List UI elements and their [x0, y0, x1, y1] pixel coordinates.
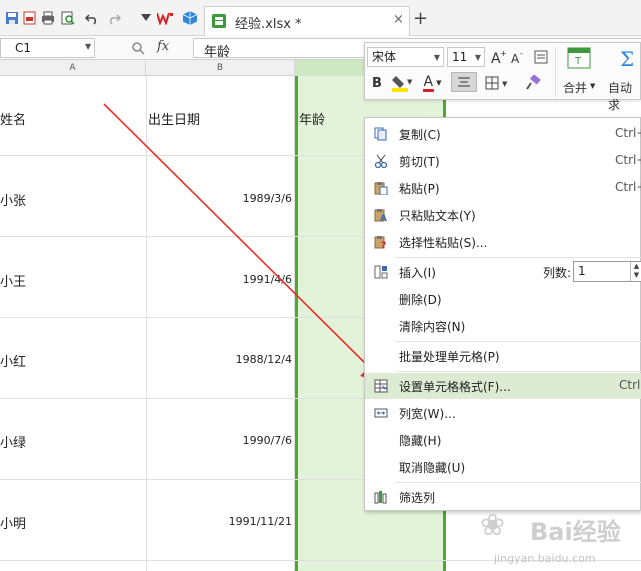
chevron-up-icon[interactable]: ▲ [631, 262, 641, 271]
menu-item-label: 设置单元格格式(F)... [399, 380, 511, 394]
font-size-value: 11 [452, 50, 468, 64]
chevron-down-icon[interactable]: ▼ [590, 82, 595, 90]
insert-count-label: 列数: [543, 266, 572, 280]
toolbar-separator [555, 47, 556, 97]
svg-text:?: ? [381, 241, 386, 249]
menu-item-label: 取消隐藏(U) [399, 461, 466, 475]
menu-separator [395, 482, 641, 483]
baidu-jingyan-watermark: ❀ Bai经验 jingyan.baidu.com [470, 500, 641, 571]
menu-item-label: 删除(D) [399, 293, 442, 307]
menu-item-label: 只粘贴文本(Y) [399, 209, 476, 223]
menu-item-paste[interactable]: 粘贴(P) Ctrl+ [365, 175, 641, 201]
menu-separator [395, 257, 641, 258]
svg-text:▼: ▼ [407, 78, 412, 86]
increase-font-size-icon[interactable]: A + [489, 47, 507, 67]
copy-icon [373, 126, 389, 142]
menu-item-label: 粘贴(P) [399, 182, 440, 196]
svg-text:+: + [500, 49, 506, 58]
spreadsheet-window: 经验.xlsx * × + C1 ▼ fx 年龄 A B 姓名 出生日期 年龄 … [0, 0, 641, 571]
insert-icon [373, 264, 389, 280]
menu-item-paste-special[interactable]: ? 选择性粘贴(S)... [365, 229, 641, 255]
menu-item-shortcut: Ctrl+ [615, 126, 641, 140]
menu-item-label: 清除内容(N) [399, 320, 466, 334]
stepper-arrows[interactable]: ▲ ▼ [630, 262, 641, 281]
menu-item-label: 复制(C) [399, 128, 441, 142]
chevron-down-icon: ▼ [436, 79, 442, 87]
svg-text:▼: ▼ [502, 80, 508, 88]
insert-count-value: 1 [578, 264, 586, 278]
borders-icon[interactable]: ▼ [483, 73, 513, 93]
menu-item-shortcut: Ctrl+ [615, 153, 641, 167]
align-center-icon[interactable] [451, 72, 477, 92]
svg-text:A: A [380, 214, 387, 222]
menu-item-label: 筛选列 [399, 491, 436, 505]
auto-sum-label[interactable]: 自动求 [608, 79, 640, 113]
column-width-icon [373, 405, 389, 421]
menu-item-cut[interactable]: 剪切(T) Ctrl+ [365, 148, 641, 174]
mini-format-toolbar: 宋体 ▼ 11 ▼ A + A- B ▼ A ▼ ▼ T 合并 ▼ Σ 自动求 [364, 42, 641, 112]
menu-item-unhide[interactable]: 取消隐藏(U) [365, 454, 641, 480]
menu-item-batch-process[interactable]: 批量处理单元格(P) [365, 343, 641, 369]
watermark-url: jingyan.baidu.com [494, 552, 596, 565]
auto-sum-icon[interactable]: Σ [615, 45, 641, 71]
menu-item-column-width[interactable]: 列宽(W)... [365, 400, 641, 426]
font-name-value: 宋体 [372, 50, 397, 64]
chevron-down-icon: ▼ [474, 53, 481, 62]
paste-text-icon: A [373, 207, 389, 223]
merge-label[interactable]: 合并 [563, 79, 587, 96]
menu-item-copy[interactable]: 复制(C) Ctrl+ [365, 121, 641, 147]
font-name-select[interactable]: 宋体 ▼ [367, 47, 444, 67]
menu-item-hide[interactable]: 隐藏(H) [365, 427, 641, 453]
menu-item-insert[interactable]: 插入(I) 列数: 1 ▲ ▼ [365, 259, 641, 285]
menu-item-label: 隐藏(H) [399, 434, 442, 448]
menu-item-shortcut: Ctrl- [619, 378, 641, 392]
paste-icon [373, 180, 389, 196]
format-cells-icon [373, 378, 389, 394]
menu-item-format-cells[interactable]: 设置单元格格式(F)... Ctrl- [365, 373, 641, 399]
fill-color-icon[interactable]: ▼ [391, 73, 413, 93]
font-size-select[interactable]: 11 ▼ [447, 47, 485, 67]
paw-logo-icon: ❀ [480, 508, 506, 543]
menu-item-label: 剪切(T) [399, 155, 440, 169]
chevron-down-icon: ▼ [433, 53, 440, 62]
menu-item-label: 列宽(W)... [399, 407, 456, 421]
filter-column-icon [373, 489, 389, 505]
format-painter-icon[interactable] [523, 73, 543, 93]
menu-item-shortcut: Ctrl+ [615, 180, 641, 194]
svg-text:A: A [511, 52, 520, 65]
svg-text:Σ: Σ [620, 47, 634, 69]
watermark-brand: Bai经验 [530, 518, 621, 546]
clear-format-icon[interactable] [531, 47, 551, 67]
scissors-icon [373, 153, 389, 169]
insert-count-stepper[interactable]: 1 ▲ ▼ [573, 261, 641, 282]
font-color-label: A [422, 73, 435, 92]
menu-item-clear-contents[interactable]: 清除内容(N) [365, 313, 641, 339]
merge-cells-icon[interactable]: T [565, 45, 593, 71]
paste-special-icon: ? [373, 234, 389, 250]
bold-button[interactable]: B [369, 73, 385, 93]
menu-separator [395, 371, 641, 372]
font-color-button[interactable]: A ▼ [421, 73, 443, 93]
menu-item-paste-text-only[interactable]: A 只粘贴文本(Y) [365, 202, 641, 228]
decrease-font-size-icon[interactable]: A- [509, 47, 527, 67]
menu-item-label: 选择性粘贴(S)... [399, 236, 488, 250]
menu-separator [395, 341, 641, 342]
menu-item-label: 批量处理单元格(P) [399, 350, 500, 364]
chevron-down-icon[interactable]: ▼ [631, 271, 641, 280]
menu-item-delete[interactable]: 删除(D) [365, 286, 641, 312]
menu-item-label: 插入(I) [399, 266, 436, 280]
svg-text:-: - [520, 49, 523, 58]
svg-text:T: T [574, 56, 582, 67]
context-menu: 复制(C) Ctrl+ 剪切(T) Ctrl+ 粘贴(P) Ctrl+ A 只粘… [364, 117, 641, 511]
